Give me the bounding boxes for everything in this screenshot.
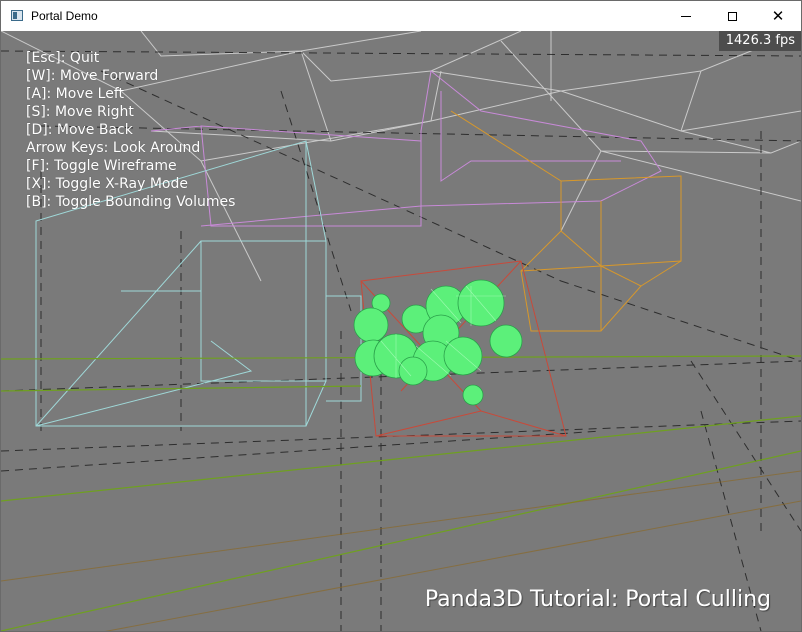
instruction-quit: [Esc]: Quit [26,50,100,66]
close-button[interactable]: ✕ [755,1,801,31]
instruction-look-around: Arrow Keys: Look Around [26,140,201,156]
maximize-button[interactable] [709,1,755,31]
window-title: Portal Demo [31,9,98,23]
close-icon: ✕ [771,6,785,25]
fps-counter: 1426.3 fps [718,31,801,51]
minimize-icon [681,15,691,17]
instruction-move-left: [A]: Move Left [26,86,124,102]
instruction-move-right: [S]: Move Right [26,104,134,120]
maximize-icon [727,11,737,21]
instruction-toggle-wireframe: [F]: Toggle Wireframe [26,158,177,174]
instructions-list: [Esc]: Quit [W]: Move Forward [A]: Move … [26,49,235,211]
instruction-move-forward: [W]: Move Forward [26,68,159,84]
app-window: Portal Demo ✕ 1426.3 fps [Esc]: Quit [W]… [0,0,802,632]
instruction-move-back: [D]: Move Back [26,122,133,138]
instruction-toggle-bounding: [B]: Toggle Bounding Volumes [26,194,236,210]
minimize-button[interactable] [663,1,709,31]
app-icon [11,10,23,21]
render-viewport[interactable]: 1426.3 fps [Esc]: Quit [W]: Move Forward… [1,31,801,631]
instruction-toggle-xray: [X]: Toggle X-Ray Mode [26,176,188,192]
tutorial-caption: Panda3D Tutorial: Portal Culling [424,587,771,612]
title-bar[interactable]: Portal Demo ✕ [1,1,801,31]
